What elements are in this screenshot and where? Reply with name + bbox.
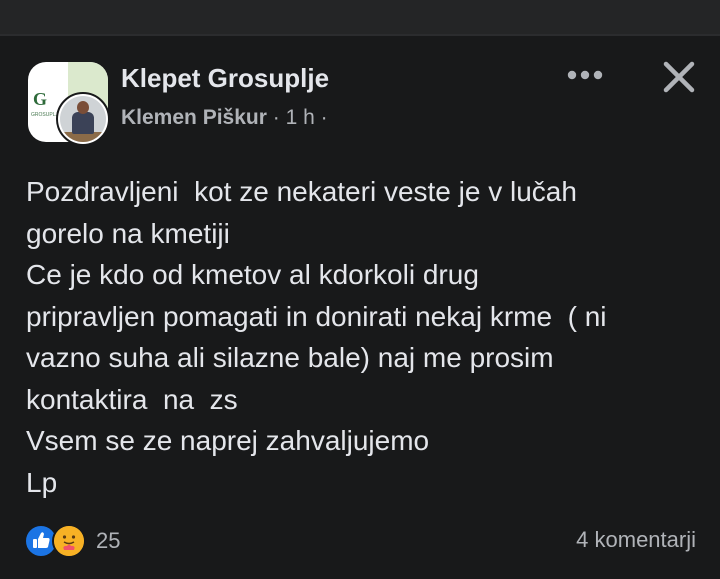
more-horizontal-icon[interactable]	[566, 68, 604, 82]
meta-separator: ·	[320, 106, 328, 129]
care-reaction-icon	[52, 524, 86, 558]
post-meta: Klemen Piškur · 1 h ·	[121, 106, 328, 130]
post-time-link[interactable]: 1 h	[286, 106, 315, 129]
close-icon[interactable]	[661, 59, 697, 95]
avatar-person-body	[72, 112, 94, 134]
top-bar	[0, 0, 720, 36]
author-name-link[interactable]: Klemen Piškur	[121, 106, 267, 129]
post-card: G GROSUPLJE Klepet Grosuplje Klemen Pišk…	[0, 36, 720, 579]
group-name-link[interactable]: Klepet Grosuplje	[121, 63, 329, 94]
avatar-person-head	[77, 101, 89, 114]
post-body-text: Pozdravljeni kot ze nekateri veste je v …	[26, 176, 607, 498]
reaction-count: 25	[96, 528, 121, 553]
author-avatar-photo	[60, 96, 106, 142]
group-avatar-letter: G	[33, 89, 48, 109]
author-avatar[interactable]	[56, 92, 110, 146]
comments-count-link[interactable]: 4 komentarji	[576, 527, 696, 553]
meta-separator: ·	[272, 106, 286, 129]
